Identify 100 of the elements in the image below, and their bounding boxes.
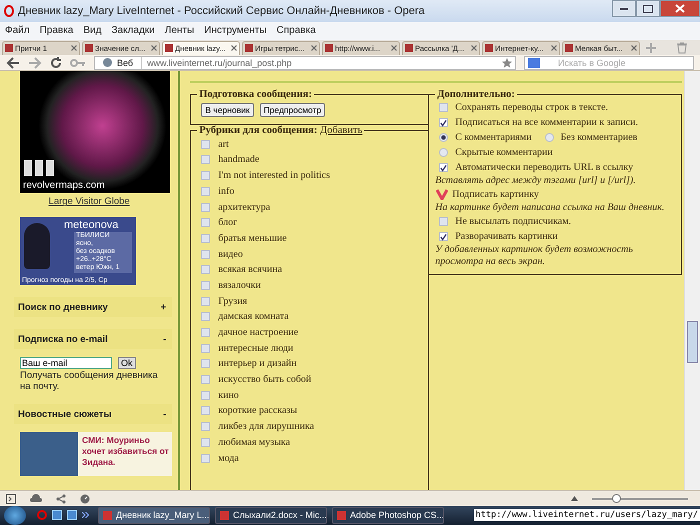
globe-widget[interactable]: revolvermaps.com <box>20 71 170 194</box>
checkbox[interactable] <box>201 140 210 149</box>
checkbox[interactable] <box>201 359 210 368</box>
checkbox[interactable] <box>201 422 210 432</box>
address-field[interactable]: Веб www.liveinternet.ru/journal_post.php <box>94 56 516 70</box>
checkbox[interactable] <box>201 375 210 384</box>
menu-item[interactable]: Вид <box>83 25 102 36</box>
desktop-icon[interactable] <box>52 510 62 520</box>
maximize-button[interactable] <box>636 0 660 17</box>
checkbox[interactable] <box>201 265 210 274</box>
close-icon[interactable] <box>231 45 237 52</box>
toggle-sign[interactable]: + <box>160 302 166 313</box>
close-icon[interactable] <box>471 45 477 52</box>
monitor-icon[interactable] <box>67 510 77 520</box>
panel-icon[interactable] <box>6 494 16 504</box>
menu-item[interactable]: Инструменты <box>204 25 267 36</box>
back-icon[interactable] <box>6 56 20 68</box>
close-icon[interactable] <box>151 45 157 52</box>
favicon-icon <box>245 44 253 52</box>
key-icon[interactable] <box>70 58 86 68</box>
checkbox[interactable] <box>201 296 210 306</box>
share-icon[interactable] <box>56 494 66 504</box>
menu-item[interactable]: Ленты <box>164 25 194 36</box>
rubric-label: art <box>218 138 229 150</box>
rubric-label: мода <box>218 452 239 464</box>
section-legend: Дополнительно: <box>435 89 517 100</box>
weather-brand: meteonova <box>64 219 118 232</box>
option-label: Сохранять переводы строк в тексте. <box>455 102 608 114</box>
app-icon <box>337 510 346 520</box>
checkbox[interactable] <box>201 171 210 180</box>
caret-icon[interactable] <box>571 496 578 502</box>
checkbox[interactable] <box>201 234 210 243</box>
ok-button[interactable]: Ok <box>118 357 136 370</box>
globe-link[interactable]: Large Visitor Globe <box>48 196 130 208</box>
add-link[interactable]: Добавить <box>320 125 362 136</box>
radio-button[interactable] <box>439 148 448 158</box>
menu-item[interactable]: Справка <box>276 25 316 36</box>
block-title: Новостные сюжеты <box>18 408 112 420</box>
checkbox[interactable] <box>201 438 210 447</box>
close-icon[interactable] <box>71 45 77 52</box>
close-icon[interactable] <box>551 45 557 52</box>
checkbox[interactable] <box>201 454 210 463</box>
menu-item[interactable]: Закладки <box>111 25 155 36</box>
checkbox[interactable] <box>201 155 210 164</box>
checkbox[interactable] <box>201 328 210 338</box>
minimize-button[interactable] <box>612 0 636 17</box>
toggle-sign[interactable]: - <box>163 408 166 420</box>
email-field[interactable]: Ваш e-mail <box>20 357 112 370</box>
checkbox[interactable] <box>439 103 448 112</box>
checkbox[interactable] <box>201 202 210 212</box>
speed-dial-icon[interactable] <box>80 494 90 504</box>
cloud-icon[interactable] <box>30 494 42 504</box>
scope-label: Веб <box>117 58 134 68</box>
start-button[interactable] <box>4 506 26 525</box>
taskbar-button[interactable]: Adobe Photoshop CS... <box>332 506 444 524</box>
sidebar-block-header[interactable]: Подписка по e-mail - <box>14 329 172 350</box>
close-icon[interactable] <box>311 45 317 52</box>
toggle-sign[interactable]: - <box>163 334 166 345</box>
checkbox[interactable] <box>201 280 210 290</box>
news-card[interactable]: СМИ: Моуриньо хочет избавиться от Зидана. <box>20 432 172 476</box>
form-button[interactable]: Предпросмотр <box>260 103 326 118</box>
form-button[interactable]: В черновик <box>201 103 254 118</box>
slider-thumb[interactable] <box>612 494 621 503</box>
checkmark-icon[interactable] <box>436 189 448 200</box>
checkbox[interactable] <box>201 186 210 196</box>
close-button[interactable] <box>660 0 700 17</box>
star-icon[interactable] <box>502 58 512 68</box>
close-icon[interactable] <box>391 45 397 52</box>
checkbox[interactable] <box>439 163 448 172</box>
reload-icon[interactable] <box>50 56 62 68</box>
favicon-icon <box>85 44 93 52</box>
taskbar-button[interactable]: Слыхали2.docx - Mic... <box>215 506 327 524</box>
sidebar-block-header[interactable]: Поиск по дневнику + <box>14 297 172 318</box>
new-tab-icon[interactable] <box>646 42 656 53</box>
checkbox[interactable] <box>201 218 210 228</box>
checkbox[interactable] <box>201 312 210 322</box>
checkbox[interactable] <box>201 344 210 353</box>
taskbar-button[interactable]: Дневник lazy_Mary L... <box>98 506 210 524</box>
radio-button[interactable] <box>544 133 554 142</box>
sidebar-block-header[interactable]: Новостные сюжеты - <box>14 404 172 424</box>
option-label: Подписать картинку <box>452 189 539 200</box>
opera-logo-icon[interactable] <box>37 510 47 520</box>
checkbox[interactable] <box>439 217 448 226</box>
checkbox[interactable] <box>201 390 210 400</box>
checkbox[interactable] <box>201 250 210 259</box>
checkbox[interactable] <box>439 118 448 128</box>
checkbox[interactable] <box>201 406 210 416</box>
block-title: Поиск по дневнику <box>18 302 108 313</box>
menu-item[interactable]: Правка <box>40 25 74 36</box>
news-headline[interactable]: СМИ: Моуриньо хочет избавиться от Зидана. <box>78 432 172 468</box>
radio-button[interactable] <box>439 133 448 142</box>
globe-controls-icon[interactable] <box>24 160 54 176</box>
forward-icon[interactable] <box>28 56 42 68</box>
rubric-label: всякая всячина <box>218 264 282 276</box>
chevron-icon[interactable] <box>82 512 89 518</box>
checkbox[interactable] <box>439 232 448 242</box>
close-icon[interactable] <box>631 45 637 52</box>
menu-item[interactable]: Файл <box>5 25 30 36</box>
scrollbar[interactable] <box>684 71 700 490</box>
trash-icon[interactable] <box>676 42 688 54</box>
